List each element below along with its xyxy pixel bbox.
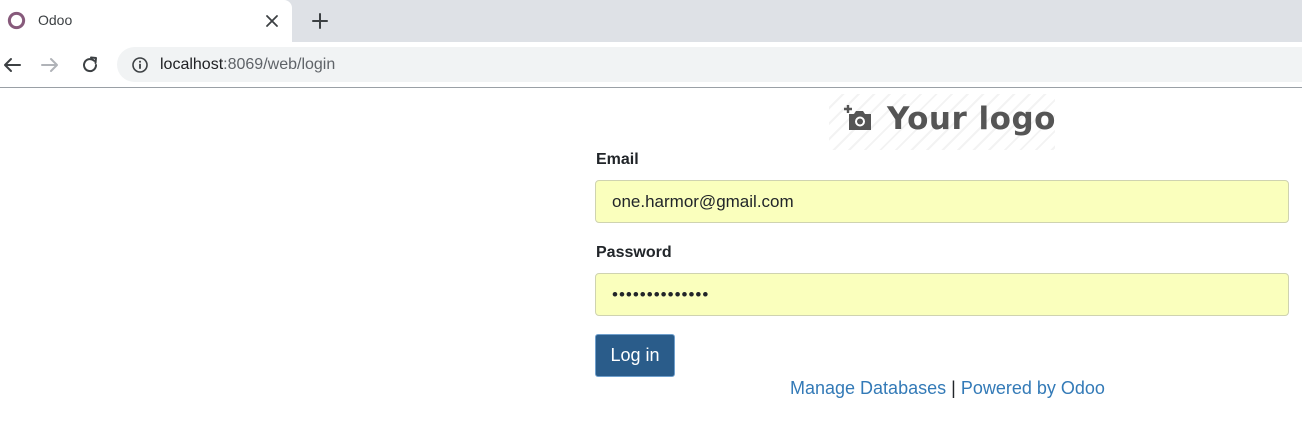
browser-tab[interactable]: Odoo (0, 0, 292, 42)
reload-icon[interactable] (78, 53, 102, 77)
password-label: Password (596, 244, 672, 261)
powered-by-odoo-link[interactable]: Powered by Odoo (961, 378, 1105, 398)
manage-databases-link[interactable]: Manage Databases (790, 378, 946, 398)
info-icon[interactable] (131, 56, 149, 74)
login-button[interactable]: Log in (595, 334, 675, 377)
url-host: localhost (160, 56, 224, 73)
footer-links: Manage Databases | Powered by Odoo (790, 378, 1105, 399)
tab-title: Odoo (38, 12, 73, 28)
email-field[interactable] (595, 180, 1289, 223)
password-field[interactable] (595, 273, 1289, 316)
footer-separator: | (951, 378, 956, 398)
url-text[interactable]: localhost:8069/web/login (160, 56, 335, 74)
company-logo[interactable]: Your logo (829, 94, 1055, 150)
browser-toolbar: localhost:8069/web/login (0, 42, 1302, 88)
browser-tabstrip: Odoo (0, 0, 1302, 42)
new-tab-icon[interactable] (308, 9, 332, 33)
logo-text: Your logo (887, 101, 1056, 137)
email-label: Email (596, 151, 639, 168)
back-arrow-icon[interactable] (0, 53, 24, 77)
forward-arrow-icon[interactable] (38, 53, 62, 77)
add-photo-icon (844, 105, 871, 130)
address-bar[interactable]: localhost:8069/web/login (117, 47, 1302, 82)
url-path: :8069/web/login (223, 56, 336, 73)
close-tab-icon[interactable] (262, 11, 282, 31)
odoo-favicon-icon (7, 11, 26, 30)
